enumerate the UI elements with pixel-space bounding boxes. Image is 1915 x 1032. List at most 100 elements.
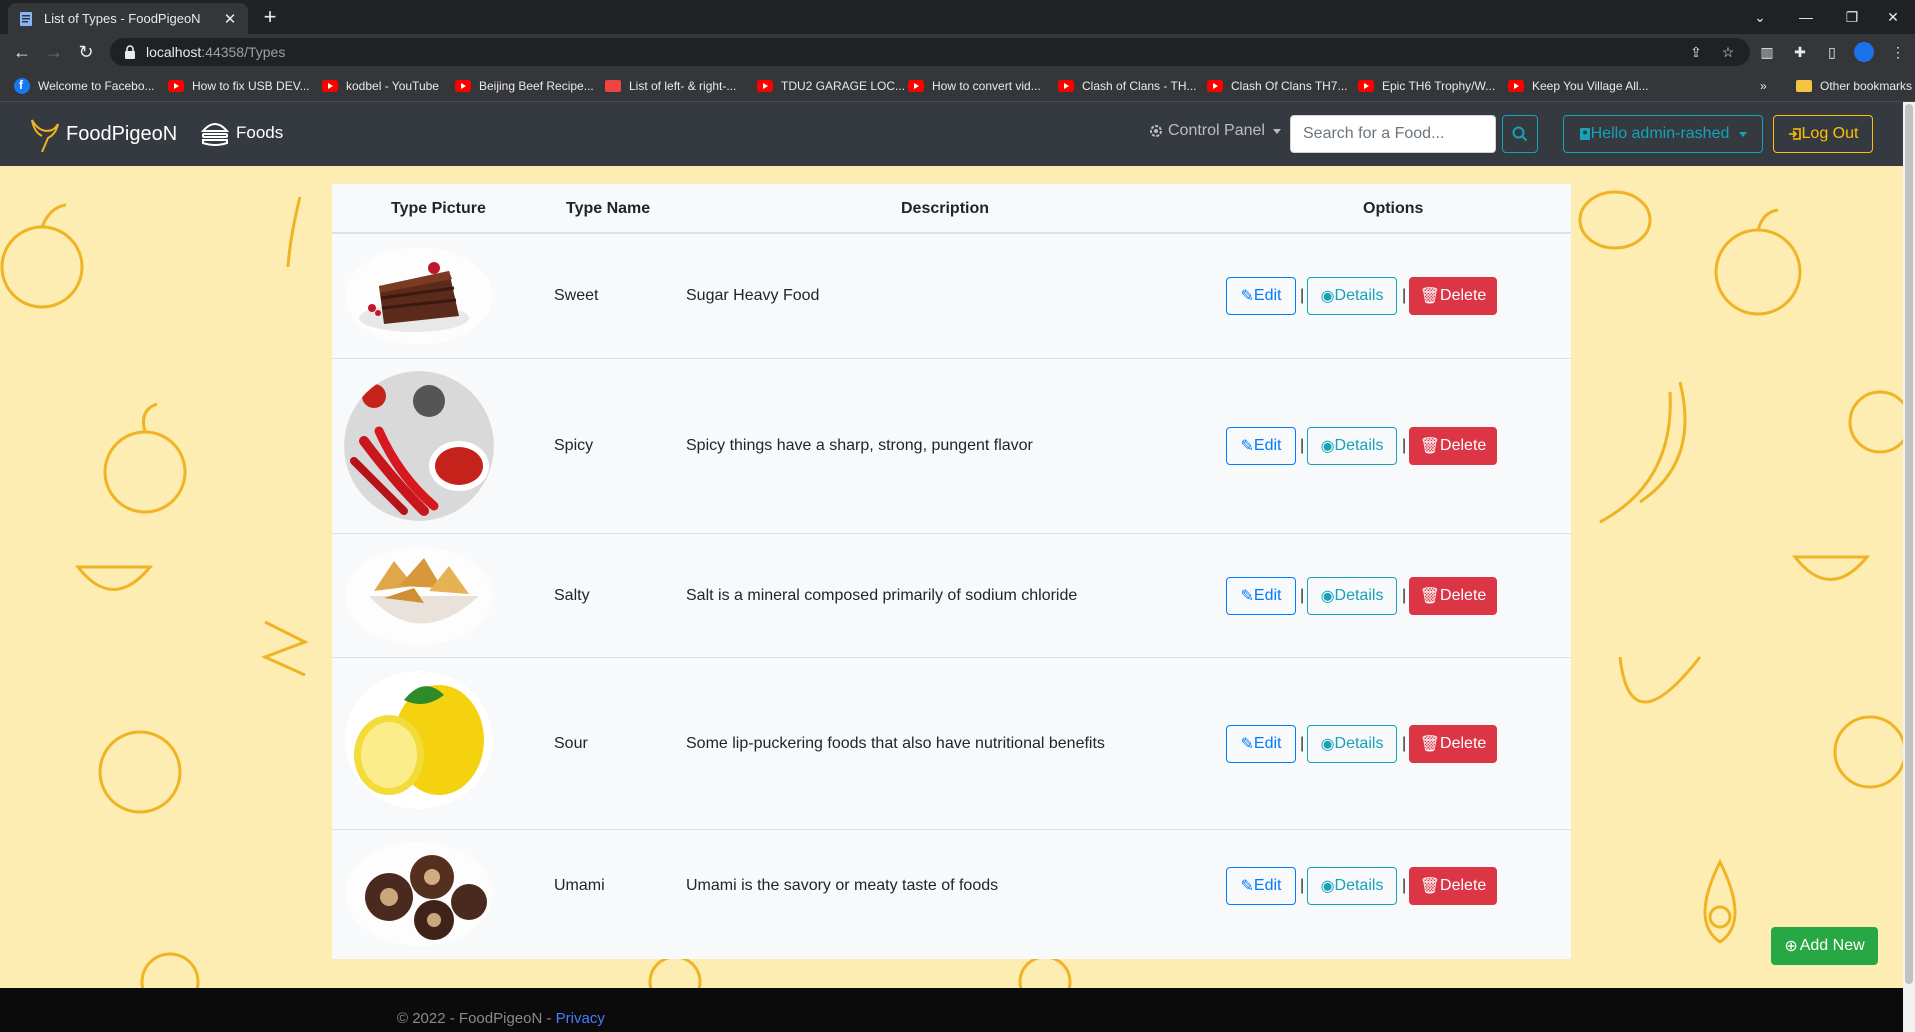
side-panel-icon[interactable]: ▯: [1822, 42, 1842, 62]
details-button[interactable]: ◉ Details: [1307, 277, 1397, 315]
add-new-button[interactable]: ⊕ Add New: [1771, 927, 1878, 965]
control-panel-dropdown[interactable]: Control Panel: [1148, 122, 1281, 140]
user-greeting: Hello admin-rashed: [1590, 125, 1730, 142]
food-search-input[interactable]: [1290, 115, 1496, 153]
apple-doodle-icon: [1848, 390, 1903, 454]
delete-button[interactable]: 🗑 Delete: [1409, 427, 1497, 465]
profile-avatar-icon[interactable]: [1854, 42, 1874, 62]
delete-label: Delete: [1440, 735, 1487, 752]
logout-icon: [1788, 128, 1801, 140]
details-button[interactable]: ◉ Details: [1307, 427, 1397, 465]
url-field[interactable]: localhost:44358/Types: [110, 38, 1750, 66]
delete-button[interactable]: 🗑 Delete: [1409, 577, 1497, 615]
type-name: Umami: [554, 877, 605, 894]
types-table: Type Picture Type Name Description Optio…: [332, 184, 1571, 959]
edit-button[interactable]: ✎ Edit: [1226, 277, 1296, 315]
delete-button[interactable]: 🗑 Delete: [1409, 277, 1497, 315]
type-name: Sour: [554, 735, 588, 752]
apple-doodle-icon: [0, 203, 84, 309]
logout-button[interactable]: Log Out: [1773, 115, 1873, 153]
share-icon[interactable]: ⇪: [1686, 42, 1706, 62]
nav-foods-link[interactable]: Foods: [200, 118, 283, 148]
user-badge-icon: [1579, 128, 1590, 140]
bookmarks-overflow-button[interactable]: »: [1760, 77, 1767, 95]
tab-close-icon[interactable]: ✕: [222, 10, 238, 28]
edit-icon: ✎: [1240, 878, 1254, 895]
edit-icon: ✎: [1240, 588, 1254, 605]
brand-name: FoodPigeoN: [66, 122, 178, 145]
menu-dots-icon[interactable]: ⋮: [1888, 42, 1908, 62]
youtube-icon: [908, 80, 924, 92]
back-icon[interactable]: ←: [10, 41, 34, 63]
bookmark-item[interactable]: Keep You Village All...: [1508, 77, 1649, 95]
bookmark-label: List of left- & right-...: [629, 79, 737, 93]
bookmark-item[interactable]: Epic TH6 Trophy/W...: [1358, 77, 1495, 95]
user-menu-button[interactable]: Hello admin-rashed: [1563, 115, 1763, 153]
edit-button[interactable]: ✎ Edit: [1226, 427, 1296, 465]
new-tab-button[interactable]: +: [258, 6, 282, 30]
lemon-doodle-icon: [1578, 190, 1652, 250]
bookmark-star-icon[interactable]: ☆: [1718, 42, 1738, 62]
edit-button[interactable]: ✎ Edit: [1226, 725, 1296, 763]
edit-icon: ✎: [1240, 736, 1254, 753]
youtube-icon: [1358, 80, 1374, 92]
browser-tab[interactable]: List of Types - FoodPigeoN ✕: [8, 3, 248, 34]
delete-button[interactable]: 🗑 Delete: [1409, 725, 1497, 763]
eye-icon: ◉: [1320, 736, 1335, 753]
details-button[interactable]: ◉ Details: [1307, 867, 1397, 905]
bookmark-label: How to fix USB DEV...: [192, 79, 310, 93]
pigeon-logo-icon: [31, 119, 59, 152]
plus-circle-icon: ⊕: [1784, 938, 1798, 955]
page-scrollbar[interactable]: [1903, 102, 1915, 1032]
column-header: Type Name: [566, 200, 651, 217]
table-row: Sweet Sugar Heavy Food ✎ Edit | ◉ Details …: [332, 234, 1571, 359]
brand-link[interactable]: FoodPigeoN: [28, 116, 177, 152]
table-row: Spicy Spicy things have a sharp, strong,…: [332, 359, 1571, 534]
forward-icon[interactable]: →: [42, 41, 66, 63]
table-header: Type Picture Type Name Description Optio…: [332, 184, 1571, 234]
restore-icon[interactable]: ❐: [1829, 0, 1875, 34]
bookmark-item[interactable]: TDU2 GARAGE LOC...: [757, 77, 905, 95]
bookmark-item[interactable]: kodbel - YouTube: [322, 77, 439, 95]
delete-label: Delete: [1440, 587, 1487, 604]
edit-button[interactable]: ✎ Edit: [1226, 867, 1296, 905]
other-bookmarks[interactable]: Other bookmarks: [1796, 77, 1912, 95]
type-description: Umami is the savory or meaty taste of fo…: [686, 877, 999, 894]
bookmark-item[interactable]: Clash Of Clans TH7...: [1207, 77, 1347, 95]
tab-search-chevron-icon[interactable]: ⌄: [1737, 0, 1783, 34]
bookmark-item[interactable]: How to fix USB DEV...: [168, 77, 310, 95]
type-name: Sweet: [554, 287, 599, 304]
bookmark-item[interactable]: List of left- & right-...: [605, 77, 736, 95]
pear-doodle-icon: [286, 196, 302, 268]
type-name: Spicy: [554, 437, 594, 454]
lemons-image: [345, 671, 493, 809]
search-button[interactable]: [1502, 115, 1538, 153]
details-button[interactable]: ◉ Details: [1307, 725, 1397, 763]
close-window-icon[interactable]: ✕: [1870, 0, 1915, 34]
youtube-icon: [1058, 80, 1074, 92]
bookmark-item[interactable]: How to convert vid...: [908, 77, 1041, 95]
bookmark-item[interactable]: Beijing Beef Recipe...: [455, 77, 594, 95]
type-name: Salty: [554, 587, 590, 604]
facebook-icon: [14, 78, 30, 94]
extension-icon[interactable]: ▥: [1757, 42, 1777, 62]
bookmark-item[interactable]: Welcome to Facebo...: [14, 77, 155, 95]
delete-button[interactable]: 🗑 Delete: [1409, 867, 1497, 905]
bookmark-label: How to convert vid...: [932, 79, 1041, 93]
site-footer: © 2022 - FoodPigeoN - Privacy: [0, 988, 1903, 1032]
scrollbar-thumb[interactable]: [1905, 104, 1913, 984]
minimize-icon[interactable]: —: [1783, 0, 1829, 34]
details-label: Details: [1334, 587, 1384, 604]
edit-button[interactable]: ✎ Edit: [1226, 577, 1296, 615]
separator: |: [1300, 437, 1305, 454]
nav-foods-label: Foods: [236, 123, 284, 142]
apple-doodle-icon: [103, 402, 187, 514]
puzzle-icon[interactable]: ✚: [1790, 42, 1810, 62]
details-button[interactable]: ◉ Details: [1307, 577, 1397, 615]
bookmark-label: Clash Of Clans TH7...: [1231, 79, 1348, 93]
youtube-icon: [455, 80, 471, 92]
edit-label: Edit: [1253, 587, 1282, 604]
bookmark-item[interactable]: Clash of Clans - TH...: [1058, 77, 1196, 95]
reload-icon[interactable]: ↻: [74, 41, 98, 63]
privacy-link[interactable]: Privacy: [556, 1010, 605, 1027]
